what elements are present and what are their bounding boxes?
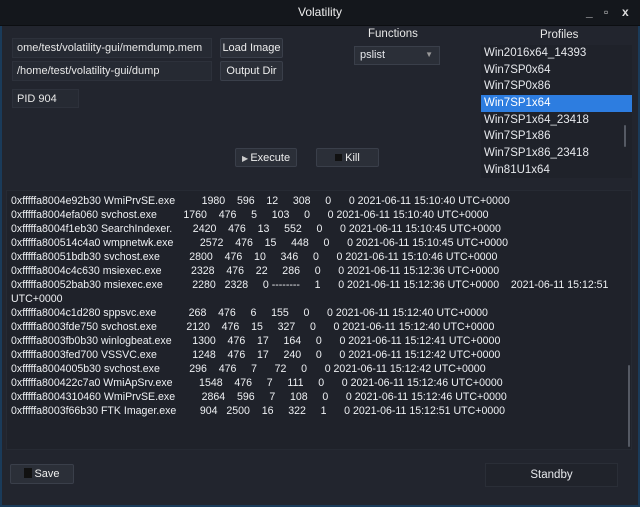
profile-item[interactable]: Win7SP1x86 [481, 128, 632, 145]
profiles-list[interactable]: Win2016x64_14393 Win7SP0x64 Win7SP0x86 Win7… [481, 45, 632, 178]
pid-input[interactable]: PID 904 [12, 89, 79, 108]
maximize-button[interactable]: ▫ [604, 5, 608, 19]
output-console[interactable]: 0xfffffa8004e92b30 WmiPrvSE.exe 1980 596… [6, 190, 632, 450]
profile-item[interactable]: Win7SP1x64_23418 [481, 112, 632, 129]
output-line: 0xfffffa800514c4a0 wmpnetwk.exe 2572 476… [11, 237, 508, 249]
output-line: 0xfffffa8003f66b30 FTK Imager.exe 904 25… [11, 405, 506, 417]
minimize-button[interactable]: _ [586, 5, 593, 19]
functions-label: Functions [368, 28, 418, 40]
profiles-scrollbar[interactable] [624, 125, 626, 147]
output-line: 0xfffffa8004e92b30 WmiPrvSE.exe 1980 596… [11, 195, 510, 207]
output-line: 0xfffffa8004efa060 svchost.exe 1760 476 … [11, 209, 489, 221]
output-scrollbar[interactable] [628, 365, 630, 447]
output-line: 0xfffffa800422c7a0 WmiApSrv.exe 1548 476… [11, 377, 503, 389]
functions-selected: pslist [360, 49, 386, 61]
title-bar: Volatility _ ▫ x [0, 0, 640, 26]
output-line: 0xfffffa8003fde750 svchost.exe 2120 476 … [11, 321, 495, 333]
kill-button[interactable]: Kill [316, 148, 379, 167]
save-button[interactable]: Save [10, 464, 74, 484]
output-line: 0xfffffa8004c4c630 msiexec.exe 2328 476 … [11, 265, 500, 277]
window-title: Volatility [297, 5, 343, 19]
output-line: 0xfffffa8003fb0b30 winlogbeat.exe 1300 4… [11, 335, 501, 347]
load-image-button[interactable]: Load Image [220, 38, 283, 58]
save-label: Save [34, 468, 60, 480]
profile-item[interactable]: Win7SP0x64 [481, 62, 632, 79]
chevron-down-icon: ▼ [425, 50, 433, 59]
functions-select[interactable]: pslist ▼ [354, 46, 440, 65]
execute-button[interactable]: ▶ Execute [235, 148, 297, 167]
output-line: 0xfffffa8004f1eb30 SearchIndexer. 2420 4… [11, 223, 501, 235]
profile-item[interactable]: Win81U1x64 [481, 162, 632, 178]
profile-item[interactable]: Win2016x64_14393 [481, 45, 632, 62]
floppy-disk-icon [24, 468, 33, 478]
profile-item[interactable]: Win7SP1x64 [481, 95, 632, 112]
execute-label: Execute [250, 152, 291, 164]
stop-icon [335, 154, 343, 161]
status-indicator: Standby [485, 463, 618, 487]
output-line: 0xfffffa8004310460 WmiPrvSE.exe 2864 596… [11, 391, 507, 403]
output-line: 0xfffffa8004c1d280 sppsvc.exe 268 476 6 … [11, 307, 488, 319]
image-path-input[interactable]: ome/test/volatility-gui/memdump.mem [12, 38, 212, 58]
profile-item[interactable]: Win7SP1x86_23418 [481, 145, 632, 162]
close-button[interactable]: x [622, 5, 629, 19]
profiles-label: Profiles [540, 29, 579, 41]
kill-label: Kill [345, 152, 360, 164]
output-dir-button[interactable]: Output Dir [220, 61, 283, 81]
output-line: 0xfffffa8004005b30 svchost.exe 296 476 7… [11, 363, 486, 375]
output-line: 0xfffffa80052bab30 msiexec.exe 2280 2328… [11, 279, 612, 305]
output-dir-input[interactable]: /home/test/volatility-gui/dump [12, 61, 212, 81]
output-line: 0xfffffa8003fed700 VSSVC.exe 1248 476 17… [11, 349, 501, 361]
profile-item[interactable]: Win7SP0x86 [481, 78, 632, 95]
output-line: 0xfffffa80051bdb30 svchost.exe 2800 476 … [11, 251, 498, 263]
